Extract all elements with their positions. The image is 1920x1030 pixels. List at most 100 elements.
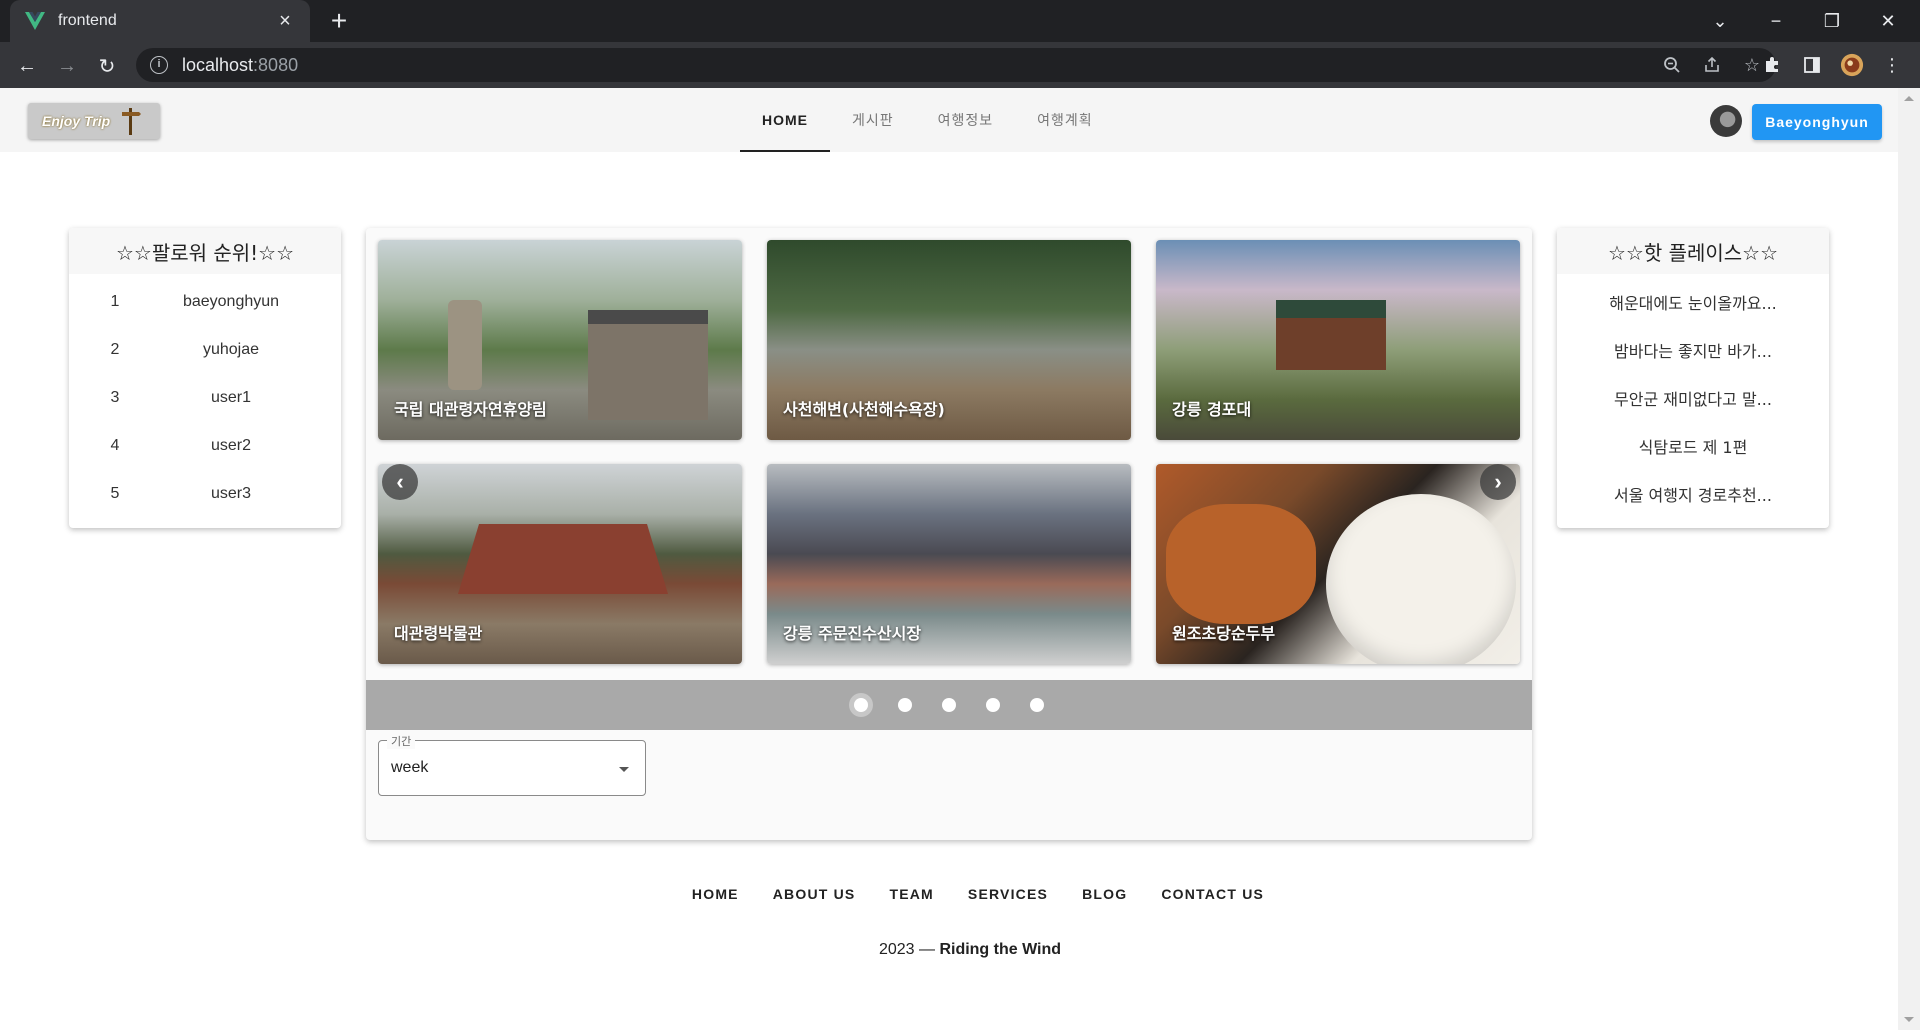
logo-text: Enjoy Trip bbox=[42, 113, 111, 129]
user-button[interactable]: Baeyonghyun bbox=[1752, 104, 1882, 140]
nav-travel-plan[interactable]: 여행계획 bbox=[1015, 88, 1115, 152]
ranking-title: ☆☆팔로워 순위!☆☆ bbox=[69, 228, 341, 274]
ranking-row[interactable]: 1 baeyonghyun bbox=[69, 278, 341, 326]
slide-label: 강릉 경포대 bbox=[1172, 400, 1252, 419]
carousel-dot[interactable] bbox=[893, 693, 917, 717]
period-select[interactable]: 기간 week bbox=[378, 733, 646, 796]
rank-username: user3 bbox=[210, 485, 252, 502]
rank-number: 2 bbox=[110, 341, 120, 358]
hot-places-title: ☆☆핫 플레이스☆☆ bbox=[1557, 228, 1829, 274]
profile-avatar-icon[interactable] bbox=[1840, 53, 1864, 77]
ranking-row[interactable]: 5 user3 bbox=[69, 470, 341, 518]
rank-username: baeyonghyun bbox=[182, 293, 280, 310]
slide-card[interactable]: 강릉 주문진수산시장 bbox=[767, 464, 1131, 664]
carousel-next-button[interactable]: › bbox=[1480, 464, 1516, 500]
address-bar[interactable]: i localhost:8080 ☆ bbox=[136, 48, 1776, 82]
slide-label: 국립 대관령자연휴양림 bbox=[394, 400, 547, 419]
enjoy-trip-logo[interactable]: Enjoy Trip bbox=[28, 103, 160, 139]
carousel-prev-button[interactable]: ‹ bbox=[382, 464, 418, 500]
slide-card[interactable]: 대관령박물관 bbox=[378, 464, 742, 664]
caret-down-icon bbox=[619, 767, 629, 772]
browser-toolbar: ← → ↻ i localhost:8080 ☆ ⋮ bbox=[0, 42, 1920, 88]
restore-icon[interactable]: ❐ bbox=[1804, 0, 1860, 42]
hot-place-item[interactable]: 서울 여행지 경로추천... bbox=[1557, 470, 1829, 518]
footer-link-blog[interactable]: BLOG bbox=[1082, 886, 1127, 902]
pavilion-shape bbox=[1276, 300, 1386, 370]
nav-travel-info[interactable]: 여행정보 bbox=[916, 88, 1016, 152]
carousel-dot[interactable] bbox=[937, 693, 961, 717]
side-panel-icon[interactable] bbox=[1800, 53, 1824, 77]
rice-bowl-shape bbox=[1326, 494, 1516, 664]
browser-menu-icon[interactable]: ⋮ bbox=[1880, 53, 1904, 77]
rank-number: 1 bbox=[110, 293, 120, 310]
slide-card[interactable]: 국립 대관령자연휴양림 bbox=[378, 240, 742, 440]
scroll-down-icon[interactable] bbox=[1904, 1017, 1914, 1022]
nav-home[interactable]: HOME bbox=[740, 88, 830, 152]
ranking-row[interactable]: 3 user1 bbox=[69, 374, 341, 422]
tab-close-icon[interactable]: × bbox=[274, 10, 296, 33]
follower-ranking-card: ☆☆팔로워 순위!☆☆ 1 baeyonghyun 2 yuhojae 3 user1… bbox=[69, 228, 341, 528]
period-select-label: 기간 bbox=[387, 733, 416, 749]
slide-card[interactable]: 강릉 경포대 bbox=[1156, 240, 1520, 440]
ranking-row[interactable]: 4 user2 bbox=[69, 422, 341, 470]
slide-label: 강릉 주문진수산시장 bbox=[783, 624, 922, 643]
vue-logo-icon bbox=[24, 10, 46, 32]
slide-card[interactable]: 원조초당순두부 bbox=[1156, 464, 1520, 664]
rank-username: user1 bbox=[210, 389, 252, 406]
close-window-icon[interactable]: ✕ bbox=[1860, 0, 1916, 42]
bookmark-star-icon[interactable]: ☆ bbox=[1742, 55, 1762, 75]
footer-link-contact[interactable]: CONTACT US bbox=[1161, 886, 1264, 902]
signpost-icon bbox=[122, 108, 141, 135]
slide-label: 원조초당순두부 bbox=[1172, 624, 1276, 643]
web-page: Enjoy Trip HOME 게시판 여행정보 여행계획 Baeyonghyu… bbox=[0, 88, 1898, 1030]
slide-label: 대관령박물관 bbox=[394, 624, 483, 643]
period-select-value: week bbox=[391, 759, 429, 776]
carousel-dot[interactable] bbox=[849, 693, 873, 717]
footer-link-home[interactable]: HOME bbox=[692, 886, 739, 902]
carousel-dot[interactable] bbox=[981, 693, 1005, 717]
tab-search-icon[interactable]: ⌄ bbox=[1692, 0, 1748, 42]
back-icon[interactable]: ← bbox=[10, 49, 44, 83]
forward-icon[interactable]: → bbox=[50, 49, 84, 83]
hot-place-item[interactable]: 밤바다는 좋지만 바가... bbox=[1557, 326, 1829, 374]
footer-nav: HOME ABOUT US TEAM SERVICES BLOG CONTACT… bbox=[0, 886, 1898, 902]
zoom-icon[interactable] bbox=[1662, 55, 1682, 75]
stew-shape bbox=[1166, 504, 1316, 624]
tab-title: frontend bbox=[58, 12, 117, 29]
building-shape bbox=[588, 310, 708, 420]
rank-number: 3 bbox=[110, 389, 120, 406]
roof-shape bbox=[458, 524, 668, 594]
browser-tab-strip: frontend × + ⌄ − ❐ ✕ bbox=[0, 0, 1920, 42]
copyright-year: 2023 — bbox=[878, 941, 940, 958]
hot-place-item[interactable]: 해운대에도 눈이올까요... bbox=[1557, 278, 1829, 326]
reload-icon[interactable]: ↻ bbox=[90, 49, 124, 83]
stone-marker-shape bbox=[448, 300, 482, 390]
carousel-pagination bbox=[366, 680, 1532, 730]
rank-username: yuhojae bbox=[202, 341, 260, 358]
extensions-icon[interactable] bbox=[1760, 53, 1784, 77]
hot-place-item[interactable]: 식탐로드 제 1편 bbox=[1557, 422, 1829, 470]
carousel-slides: 국립 대관령자연휴양림 사천해변(사천해수욕장) 강릉 경포대 대관령박물관 강… bbox=[378, 240, 1520, 676]
url-host: localhost bbox=[182, 54, 254, 75]
user-avatar[interactable] bbox=[1710, 105, 1742, 137]
footer-link-services[interactable]: SERVICES bbox=[968, 886, 1048, 902]
scroll-up-icon[interactable] bbox=[1904, 96, 1914, 101]
main-nav: HOME 게시판 여행정보 여행계획 bbox=[740, 88, 1115, 152]
nav-board[interactable]: 게시판 bbox=[830, 88, 916, 152]
rank-username: user2 bbox=[210, 437, 252, 454]
new-tab-icon[interactable]: + bbox=[324, 6, 354, 36]
share-icon[interactable] bbox=[1702, 55, 1722, 75]
footer-link-team[interactable]: TEAM bbox=[889, 886, 933, 902]
minimize-icon[interactable]: − bbox=[1748, 0, 1804, 42]
hot-place-item[interactable]: 무안군 재미없다고 말... bbox=[1557, 374, 1829, 422]
ranking-row[interactable]: 2 yuhojae bbox=[69, 326, 341, 374]
site-info-icon[interactable]: i bbox=[150, 56, 168, 74]
footer-link-about[interactable]: ABOUT US bbox=[773, 886, 856, 902]
carousel-dot[interactable] bbox=[1025, 693, 1049, 717]
carousel-card: 국립 대관령자연휴양림 사천해변(사천해수욕장) 강릉 경포대 대관령박물관 강… bbox=[366, 228, 1532, 840]
rank-number: 5 bbox=[110, 485, 120, 502]
hot-places-card: ☆☆핫 플레이스☆☆ 해운대에도 눈이올까요... 밤바다는 좋지만 바가...… bbox=[1557, 228, 1829, 528]
slide-card[interactable]: 사천해변(사천해수욕장) bbox=[767, 240, 1131, 440]
browser-tab[interactable]: frontend × bbox=[10, 0, 310, 42]
page-scrollbar[interactable] bbox=[1898, 88, 1920, 1030]
